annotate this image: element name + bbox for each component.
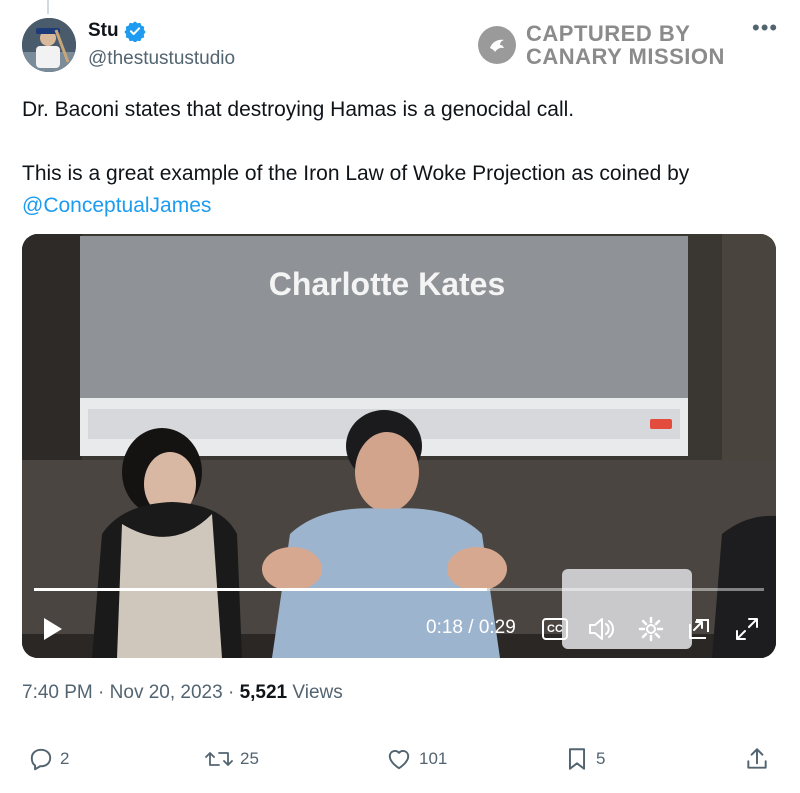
repost-count: 25 bbox=[240, 749, 259, 768]
tweet-time[interactable]: 7:40 PM bbox=[22, 682, 93, 703]
share-icon bbox=[747, 748, 767, 769]
heart-icon bbox=[388, 750, 410, 770]
video-progress-fill bbox=[34, 588, 487, 591]
repost-icon bbox=[205, 752, 233, 766]
play-icon[interactable] bbox=[40, 616, 64, 642]
verified-badge-icon bbox=[123, 21, 146, 42]
volume-icon[interactable] bbox=[587, 616, 615, 642]
share-button[interactable] bbox=[744, 746, 770, 772]
watermark-line2: CANARY MISSION bbox=[526, 44, 725, 69]
tweet-line-2: This is a great example of the Iron Law … bbox=[22, 162, 690, 185]
video-controls: 0:18 / 0:29 CC bbox=[22, 234, 776, 658]
thread-line bbox=[47, 0, 49, 14]
mention-link[interactable]: @ConceptualJames bbox=[22, 194, 211, 217]
bookmark-button[interactable]: 5 bbox=[564, 746, 605, 772]
repost-button[interactable]: 25 bbox=[204, 746, 259, 772]
canary-logo-icon bbox=[478, 26, 516, 64]
meta-separator: · bbox=[98, 682, 105, 703]
tweet-text: Dr. Baconi states that destroying Hamas … bbox=[22, 94, 782, 222]
tweet-meta: 7:40 PM · Nov 20, 2023 · 5,521 Views bbox=[22, 682, 343, 704]
tweet-actions: 2 25 101 5 bbox=[0, 746, 800, 780]
video-time: 0:18 / 0:29 bbox=[426, 617, 516, 638]
bookmark-icon bbox=[568, 748, 586, 770]
reply-count: 2 bbox=[60, 749, 70, 768]
more-options-icon[interactable]: ••• bbox=[752, 17, 778, 39]
settings-gear-icon[interactable] bbox=[638, 616, 664, 642]
avatar[interactable] bbox=[22, 18, 76, 72]
like-count: 101 bbox=[419, 749, 448, 768]
captions-icon[interactable]: CC bbox=[542, 618, 568, 640]
views-count: 5,521 bbox=[239, 682, 288, 703]
author-name[interactable]: Stu bbox=[88, 20, 119, 42]
like-button[interactable]: 101 bbox=[385, 746, 447, 772]
tweet-date[interactable]: Nov 20, 2023 bbox=[110, 682, 223, 703]
views-label: Views bbox=[292, 682, 343, 703]
avatar-image bbox=[22, 18, 76, 72]
picture-in-picture-icon[interactable] bbox=[686, 616, 712, 642]
fullscreen-icon[interactable] bbox=[734, 616, 760, 642]
video-progress-bar[interactable] bbox=[34, 588, 764, 591]
bookmark-count: 5 bbox=[596, 749, 606, 768]
author-handle[interactable]: @thestustustudio bbox=[88, 48, 235, 70]
reply-icon bbox=[30, 748, 52, 771]
reply-button[interactable]: 2 bbox=[28, 746, 69, 772]
tweet-line-1: Dr. Baconi states that destroying Hamas … bbox=[22, 98, 575, 121]
watermark: CAPTURED BY CANARY MISSION bbox=[478, 22, 725, 68]
meta-separator-2: · bbox=[227, 682, 235, 703]
author-row: Stu bbox=[88, 20, 146, 42]
video-player[interactable]: Charlotte Kates 0:18 / 0:29 CC bbox=[22, 234, 776, 658]
watermark-line1: CAPTURED BY bbox=[526, 21, 691, 46]
